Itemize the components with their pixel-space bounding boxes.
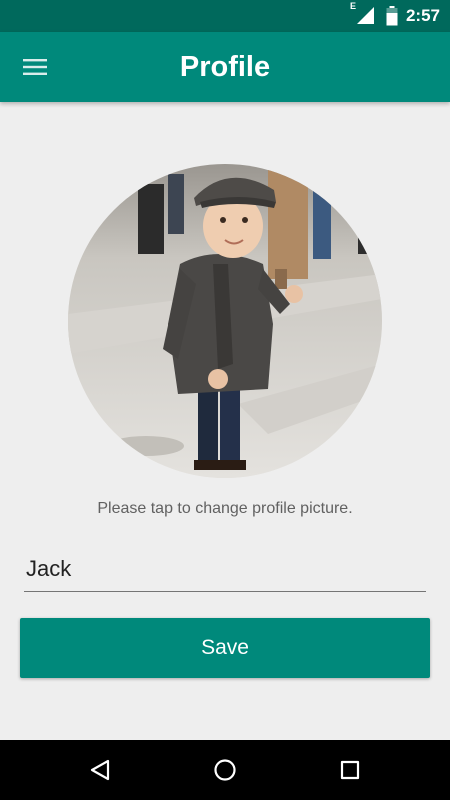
profile-photo [68,164,382,478]
signal-icon [356,7,374,24]
recents-button[interactable] [334,754,366,786]
back-button[interactable] [84,754,116,786]
system-nav-bar [0,740,450,800]
network-type-label: E [349,1,356,11]
hamburger-menu-icon [23,59,47,75]
status-bar: E 2:57 [0,0,450,32]
recents-icon [340,760,360,780]
battery-icon [386,6,398,26]
home-button[interactable] [209,754,241,786]
menu-button[interactable] [14,46,56,88]
app-bar: Profile [0,32,450,102]
page-title: Profile [179,51,271,83]
profile-picture[interactable] [68,164,382,478]
home-icon [214,759,236,781]
save-button[interactable]: Save [20,618,430,678]
status-clock: 2:57 [405,6,440,25]
change-picture-hint: Please tap to change profile picture. [97,500,353,517]
signal-indicator: E [350,1,378,27]
back-icon [90,759,110,781]
name-input[interactable] [24,548,426,592]
